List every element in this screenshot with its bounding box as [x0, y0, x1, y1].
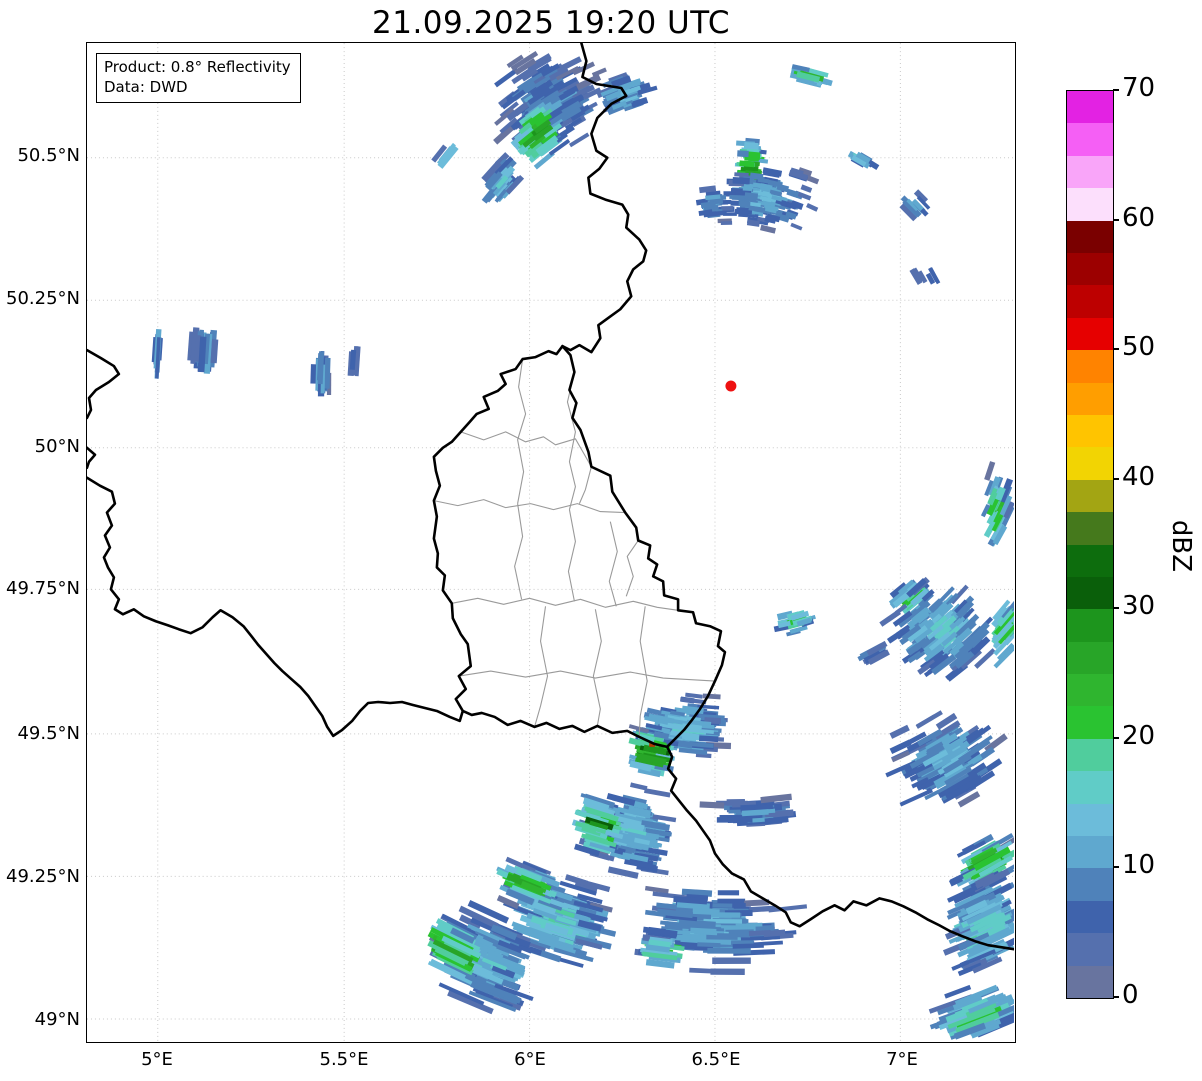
colorbar-segment [1067, 868, 1113, 901]
y-tick-label: 49.5°N [17, 723, 80, 744]
radar-figure: 21.09.2025 19:20 UTC Product: 0.8° Refle… [0, 0, 1202, 1081]
product-line: Product: 0.8° Reflectivity [104, 58, 291, 76]
map-axes [86, 42, 1016, 1043]
x-tick-label: 5°E [141, 1049, 173, 1070]
colorbar-segment [1067, 350, 1113, 383]
colorbar-tick-mark [1113, 89, 1119, 91]
colorbar-segment [1067, 91, 1113, 124]
y-tick-label: 49.25°N [6, 866, 80, 887]
x-tick-label: 6°E [514, 1049, 546, 1070]
colorbar [1066, 90, 1114, 999]
colorbar-tick-mark [1113, 477, 1119, 480]
colorbar-segment [1067, 544, 1113, 577]
colorbar-tick-mark [1113, 736, 1119, 739]
radar-site-marker [725, 380, 737, 392]
colorbar-segment [1067, 771, 1113, 804]
x-tick-label: 5.5°E [319, 1049, 369, 1070]
colorbar-segment [1067, 706, 1113, 739]
x-tick-label: 7°E [886, 1049, 918, 1070]
colorbar-tick-mark [1113, 218, 1119, 221]
colorbar-segment [1067, 512, 1113, 545]
colorbar-axis-label: dBZ [1166, 519, 1196, 573]
colorbar-segment [1067, 317, 1113, 351]
colorbar-segment [1067, 965, 1113, 998]
colorbar-tick-mark [1113, 348, 1119, 351]
colorbar-tick-label: 50 [1122, 332, 1156, 363]
colorbar-segment [1067, 253, 1113, 286]
y-tick-label: 50°N [34, 436, 80, 457]
colorbar-tick-label: 60 [1122, 202, 1156, 233]
colorbar-tick-label: 20 [1122, 720, 1156, 751]
colorbar-segment [1067, 609, 1113, 642]
colorbar-tick-label: 40 [1122, 461, 1156, 492]
colorbar-segment [1067, 738, 1113, 772]
colorbar-segment [1067, 155, 1113, 189]
x-tick-label: 6.5°E [691, 1049, 741, 1070]
colorbar-segment [1067, 641, 1113, 675]
colorbar-segment [1067, 479, 1113, 513]
colorbar-tick-label: 30 [1122, 591, 1156, 622]
colorbar-tick-label: 10 [1122, 850, 1156, 881]
colorbar-tick-label: 70 [1122, 73, 1156, 103]
colorbar-segment [1067, 803, 1113, 837]
y-tick-label: 50.5°N [17, 145, 80, 166]
y-tick-label: 49°N [34, 1009, 80, 1030]
y-tick-label: 50.25°N [6, 288, 80, 309]
colorbar-segment [1067, 123, 1113, 156]
colorbar-tick-label: 0 [1122, 980, 1139, 1010]
product-info-box: Product: 0.8° Reflectivity Data: DWD [96, 53, 301, 103]
colorbar-segment [1067, 414, 1113, 448]
radar-map-canvas [87, 43, 1014, 1041]
data-source-line: Data: DWD [104, 78, 188, 97]
colorbar-segment [1067, 188, 1113, 221]
colorbar-tick-mark [1113, 607, 1119, 610]
y-tick-label: 49.75°N [6, 578, 80, 599]
colorbar-segment [1067, 285, 1113, 318]
figure-title: 21.09.2025 19:20 UTC [372, 5, 730, 41]
colorbar-segment [1067, 382, 1113, 415]
colorbar-segment [1067, 900, 1113, 934]
colorbar-tick-mark [1113, 866, 1119, 869]
colorbar-segment [1067, 576, 1113, 610]
colorbar-segment [1067, 447, 1113, 480]
colorbar-segment [1067, 674, 1113, 707]
colorbar-tick-mark [1113, 996, 1119, 998]
colorbar-segment [1067, 220, 1113, 254]
colorbar-segment [1067, 836, 1113, 869]
colorbar-segment [1067, 933, 1113, 966]
